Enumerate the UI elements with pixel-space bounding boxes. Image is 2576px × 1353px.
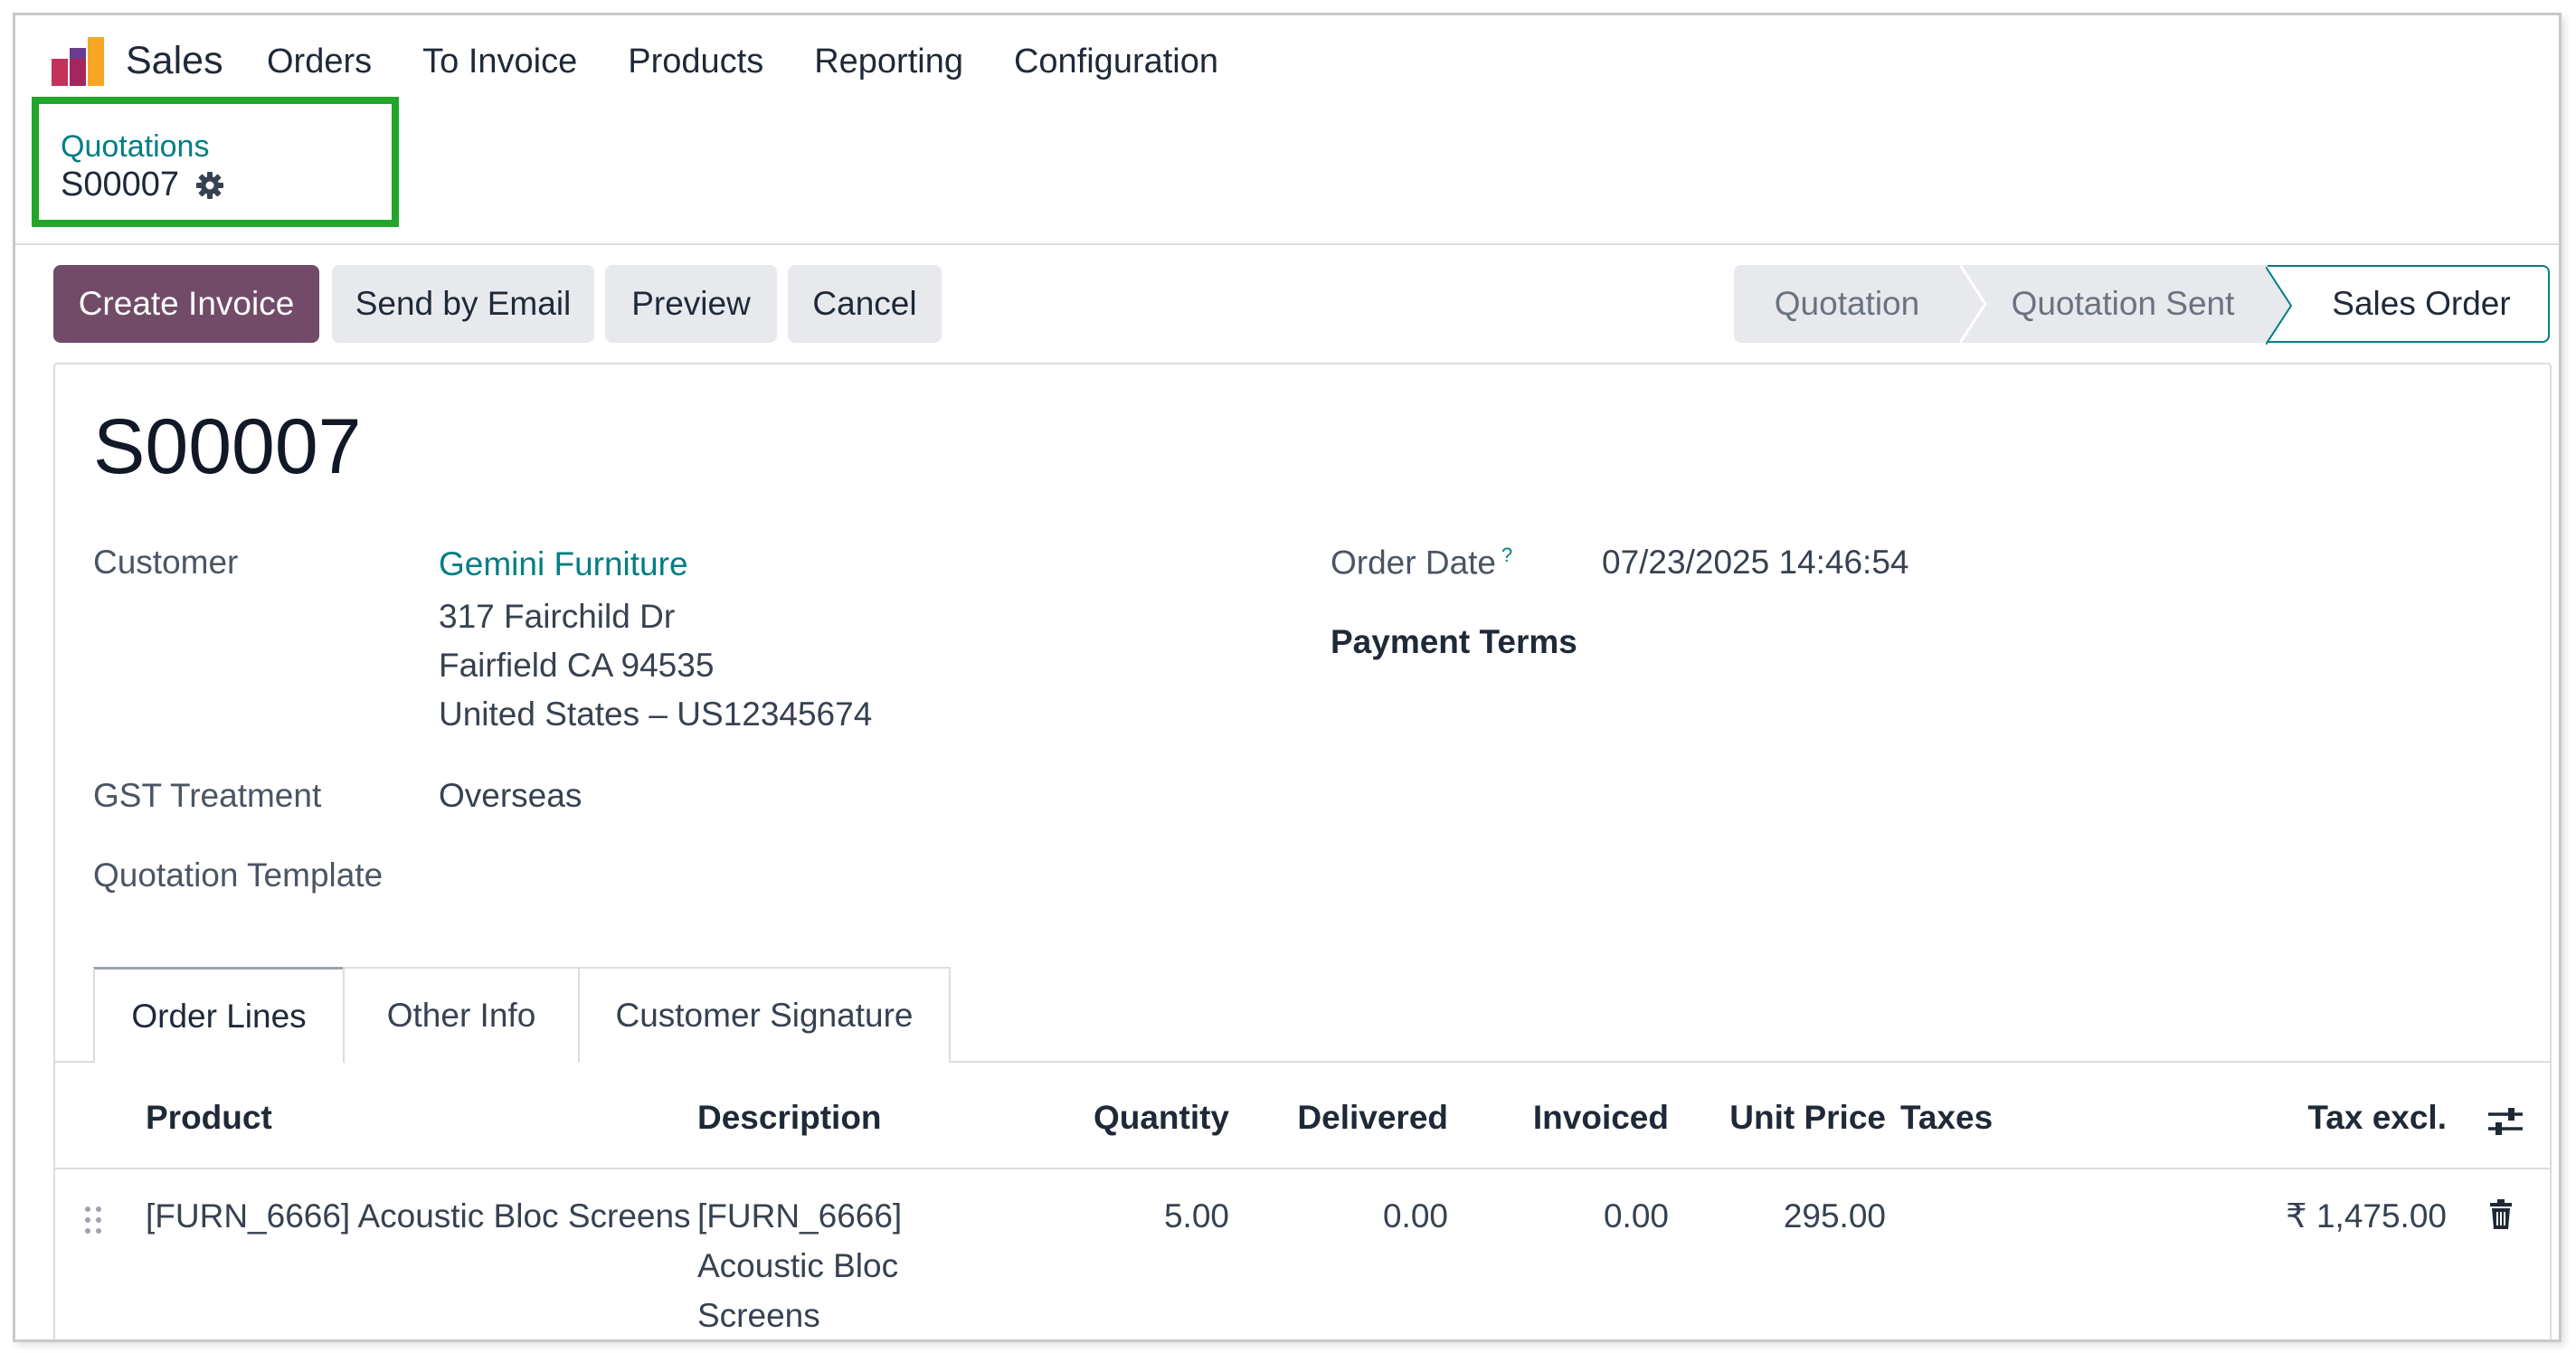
stage-separator-icon [1960, 265, 1987, 343]
customer-link[interactable]: Gemini Furniture [439, 545, 688, 583]
main-menu: Orders To Invoice Products Reporting Con… [267, 43, 1269, 81]
column-tax-excl[interactable]: Tax excl. [2226, 1099, 2447, 1137]
cell-description[interactable]: [FURN_6666] Acoustic Bloc Screens [697, 1191, 933, 1339]
cell-tax-excl: ₹ 1,475.00 [2286, 1197, 2447, 1235]
cancel-button[interactable]: Cancel [788, 265, 942, 343]
header-divider [15, 243, 2559, 245]
customer-address-line3: United States – US12345674 [439, 695, 873, 733]
drag-handle-icon[interactable] [82, 1204, 104, 1236]
stage-quotation-sent-label: Quotation Sent [2011, 285, 2235, 322]
trash-icon[interactable] [2488, 1198, 2514, 1231]
gear-icon[interactable] [195, 171, 224, 200]
cell-quantity[interactable]: 5.00 [996, 1191, 1229, 1241]
payment-terms-label: Payment Terms [1331, 623, 1577, 660]
column-settings-icon[interactable] [2486, 1104, 2524, 1139]
gst-treatment-field[interactable]: Overseas [439, 777, 582, 815]
gst-treatment-label: GST Treatment [93, 777, 322, 814]
cell-description-line: Screens [697, 1297, 820, 1334]
notebook-tabs: Order Lines Other Info Customer Signatur… [93, 967, 951, 1063]
customer-label: Customer [93, 544, 239, 581]
column-unit-price[interactable]: Unit Price [1669, 1099, 1886, 1137]
order-date-label: Order Date? [1331, 544, 1512, 582]
top-navbar: Sales Orders To Invoice Products Reporti… [15, 15, 2559, 102]
header-row-divider [55, 1168, 2550, 1169]
send-by-email-button[interactable]: Send by Email [332, 265, 594, 343]
cell-delivered[interactable]: 0.00 [1231, 1191, 1448, 1241]
create-invoice-button[interactable]: Create Invoice [53, 265, 319, 343]
record-title: S00007 [93, 403, 362, 490]
breadcrumb-current: S00007 [61, 166, 224, 204]
customer-address-line1: 317 Fairchild Dr [439, 598, 676, 635]
stage-active-arrow-icon [2266, 267, 2293, 345]
menu-reporting[interactable]: Reporting [814, 43, 963, 81]
cell-invoiced: 0.00 [1603, 1197, 1669, 1235]
stage-quotation-sent[interactable]: Quotation Sent [1960, 265, 2268, 343]
column-invoiced[interactable]: Invoiced [1448, 1099, 1669, 1137]
quotation-template-label: Quotation Template [93, 856, 384, 894]
stage-quotation[interactable]: Quotation [1734, 265, 1960, 343]
order-date-label-text: Order Date [1331, 544, 1497, 582]
preview-button[interactable]: Preview [605, 265, 777, 343]
status-bar: Quotation Quotation Sent Sales Order [1734, 265, 2550, 345]
app-window: Sales Orders To Invoice Products Reporti… [13, 13, 2562, 1342]
stage-sales-order-label: Sales Order [2332, 285, 2511, 322]
app-name[interactable]: Sales [126, 39, 223, 83]
menu-orders[interactable]: Orders [267, 43, 372, 81]
column-description[interactable]: Description [697, 1099, 882, 1137]
customer-address-line2: Fairfield CA 94535 [439, 647, 715, 684]
cell-unit-price[interactable]: 295.00 [1669, 1191, 1886, 1241]
cell-product[interactable]: [FURN_6666] Acoustic Bloc Screens [146, 1191, 691, 1241]
column-delivered[interactable]: Delivered [1231, 1099, 1448, 1137]
stage-sales-order[interactable]: Sales Order [2266, 265, 2550, 345]
column-taxes[interactable]: Taxes [1900, 1099, 1993, 1137]
menu-to-invoice[interactable]: To Invoice [422, 43, 577, 81]
sales-app-icon[interactable] [50, 35, 106, 88]
form-sheet: S00007 Customer Gemini Furniture 317 Fai… [53, 363, 2552, 1339]
menu-products[interactable]: Products [628, 43, 763, 81]
tab-other-info[interactable]: Other Info [343, 967, 580, 1063]
tab-customer-signature[interactable]: Customer Signature [578, 967, 951, 1063]
cell-description-line: Acoustic Bloc [697, 1247, 899, 1284]
menu-configuration[interactable]: Configuration [1014, 43, 1218, 81]
cell-description-line: [FURN_6666] [697, 1197, 903, 1235]
column-quantity[interactable]: Quantity [996, 1099, 1229, 1137]
breadcrumb-current-label: S00007 [61, 166, 180, 203]
column-product[interactable]: Product [146, 1099, 272, 1137]
breadcrumb-quotations-link[interactable]: Quotations [61, 129, 209, 165]
order-date-field[interactable]: 07/23/2025 14:46:54 [1602, 544, 1909, 582]
help-tooltip-icon[interactable]: ? [1501, 544, 1512, 566]
tab-order-lines[interactable]: Order Lines [93, 967, 345, 1063]
